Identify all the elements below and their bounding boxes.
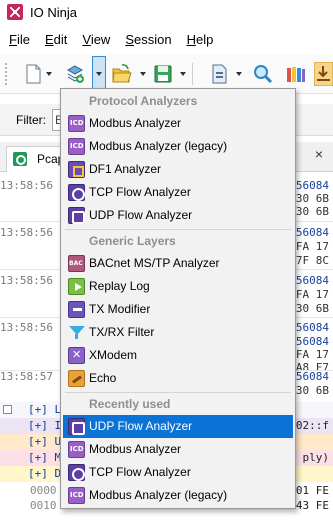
menu-item-replay-log[interactable]: Replay Log <box>63 275 293 298</box>
modbus-legacy-icon <box>68 138 85 155</box>
df1-icon <box>68 161 85 178</box>
find-icon[interactable] <box>252 62 274 86</box>
menu-bar: File Edit View Session Help <box>0 28 333 50</box>
menu-item-recent-modbus-analyzer-legacy[interactable]: Modbus Analyzer (legacy) <box>63 484 293 507</box>
menu-item-df1-analyzer[interactable]: DF1 Analyzer <box>63 158 293 181</box>
menu-session[interactable]: Session <box>116 32 177 47</box>
chevron-down-icon <box>96 72 102 76</box>
menu-item-echo[interactable]: Echo <box>63 367 293 390</box>
tcp-flow-icon <box>68 184 85 201</box>
colorize-icon[interactable] <box>284 62 306 86</box>
open-dropdown-icon[interactable] <box>140 72 146 76</box>
save-dropdown-icon[interactable] <box>180 72 186 76</box>
tcp-flow-icon <box>68 464 85 481</box>
add-layer-menu: Protocol Analyzers Modbus Analyzer Modbu… <box>60 88 296 509</box>
close-tab-icon[interactable]: × <box>315 146 323 162</box>
window-title: IO Ninja <box>30 4 77 20</box>
menu-item-txrx-filter[interactable]: TX/RX Filter <box>63 321 293 344</box>
echo-icon <box>68 370 85 387</box>
save-icon[interactable] <box>152 62 174 86</box>
add-layer-dropdown-button[interactable] <box>92 56 106 90</box>
expand-toggle-icon[interactable] <box>3 405 12 414</box>
document-properties-icon[interactable] <box>208 62 230 86</box>
menu-section-header: Recently used <box>89 397 171 411</box>
menu-item-modbus-analyzer[interactable]: Modbus Analyzer <box>63 112 293 135</box>
menu-section-header: Generic Layers <box>89 234 176 248</box>
modbus-icon <box>68 115 85 132</box>
modbus-legacy-icon <box>68 487 85 504</box>
menu-item-recent-tcp-flow-analyzer[interactable]: TCP Flow Analyzer <box>63 461 293 484</box>
udp-flow-icon <box>68 418 85 435</box>
menu-edit[interactable]: Edit <box>36 32 73 47</box>
menu-item-tx-modifier[interactable]: TX Modifier <box>63 298 293 321</box>
udp-flow-icon <box>68 207 85 224</box>
new-session-dropdown-icon[interactable] <box>46 72 52 76</box>
menu-item-udp-flow-analyzer[interactable]: UDP Flow Analyzer <box>63 204 293 227</box>
menu-item-tcp-flow-analyzer[interactable]: TCP Flow Analyzer <box>63 181 293 204</box>
filter-label: Filter: <box>16 113 46 127</box>
modbus-icon <box>68 441 85 458</box>
app-logo-icon <box>7 4 23 20</box>
filter-icon <box>68 324 85 341</box>
download-icon[interactable] <box>314 62 333 86</box>
menu-item-recent-modbus-analyzer[interactable]: Modbus Analyzer <box>63 438 293 461</box>
menu-item-xmodem[interactable]: XModem <box>63 344 293 367</box>
toolbar-grip-icon[interactable] <box>4 62 8 86</box>
menu-view[interactable]: View <box>73 32 116 47</box>
menu-help[interactable]: Help <box>178 32 220 47</box>
properties-dropdown-icon[interactable] <box>236 72 242 76</box>
tx-modifier-icon <box>68 301 85 318</box>
menu-item-bacnet-analyzer[interactable]: BACnet MS/TP Analyzer <box>63 252 293 275</box>
menu-item-modbus-analyzer-legacy[interactable]: Modbus Analyzer (legacy) <box>63 135 293 158</box>
menu-file[interactable]: File <box>0 32 36 47</box>
new-session-icon[interactable] <box>22 62 44 86</box>
open-folder-icon[interactable] <box>110 62 132 86</box>
menu-section-header: Protocol Analyzers <box>89 94 198 108</box>
replay-icon <box>68 278 85 295</box>
tab-pcap[interactable]: Pcap <box>6 146 64 172</box>
menu-item-recent-udp-flow-analyzer[interactable]: UDP Flow Analyzer <box>63 415 293 438</box>
bacnet-icon <box>68 255 85 272</box>
pcap-icon <box>13 152 27 166</box>
title-bar: IO Ninja <box>0 0 333 24</box>
xmodem-icon <box>68 347 85 364</box>
add-layer-icon[interactable] <box>64 62 86 86</box>
toolbar-separator <box>192 63 193 85</box>
